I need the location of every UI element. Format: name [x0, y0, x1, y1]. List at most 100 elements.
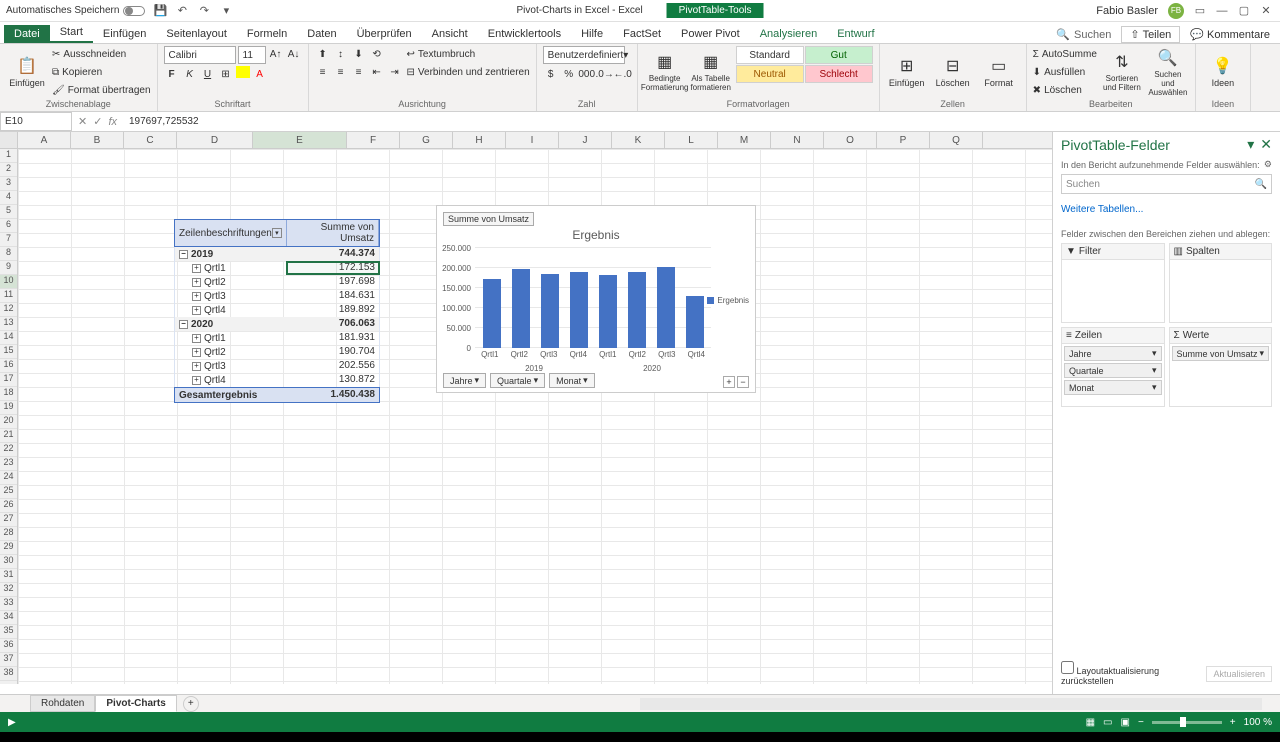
align-right-icon[interactable]: ≡ — [351, 64, 367, 80]
qat-dropdown-icon[interactable]: ▾ — [219, 4, 233, 18]
pivot-row[interactable]: +Qrtl4189.892 — [174, 303, 380, 317]
row-header[interactable]: 20 — [0, 415, 17, 429]
percent-icon[interactable]: % — [561, 66, 577, 82]
tab-insert[interactable]: Einfügen — [93, 25, 156, 43]
chart-bar[interactable] — [686, 296, 704, 348]
align-bottom-icon[interactable]: ⬇ — [351, 46, 367, 62]
expand-icon[interactable]: + — [192, 334, 201, 343]
col-header[interactable]: M — [718, 132, 771, 148]
expand-icon[interactable]: + — [192, 362, 201, 371]
chart-value-filter[interactable]: Summe von Umsatz — [443, 212, 534, 226]
bold-button[interactable]: F — [164, 66, 180, 82]
formula-input[interactable]: 197697,725532 — [123, 112, 1280, 131]
align-top-icon[interactable]: ⬆ — [315, 46, 331, 62]
comments-button[interactable]: 💬Kommentare — [1190, 28, 1270, 41]
tab-formulas[interactable]: Formeln — [237, 25, 297, 43]
maximize-icon[interactable]: ▢ — [1238, 5, 1250, 17]
collapse-icon[interactable]: − — [179, 250, 188, 259]
tab-help[interactable]: Hilfe — [571, 25, 613, 43]
autosum-button[interactable]: ΣAutoSumme — [1033, 46, 1097, 62]
find-select-button[interactable]: 🔍Suchen und Auswählen — [1147, 46, 1189, 98]
style-schlecht[interactable]: Schlecht — [805, 65, 873, 83]
col-header[interactable]: Q — [930, 132, 983, 148]
pivot-row[interactable]: +Qrtl2197.698 — [174, 275, 380, 289]
chart-filter-years[interactable]: Jahre▾ — [443, 373, 486, 388]
row-header[interactable]: 18 — [0, 387, 17, 401]
font-name-select[interactable]: Calibri — [164, 46, 236, 64]
field-pane-close-icon[interactable]: ✕ — [1260, 136, 1272, 153]
pivot-row[interactable]: +Qrtl1181.931 — [174, 331, 380, 345]
format-cells-button[interactable]: ▭Format — [978, 46, 1020, 98]
col-header[interactable]: C — [124, 132, 177, 148]
row-header[interactable]: 23 — [0, 457, 17, 471]
worksheet-grid[interactable]: A B C D E F G H I J K L M N O P Q 123456… — [0, 132, 1052, 694]
tab-factset[interactable]: FactSet — [613, 25, 671, 43]
chart-bar[interactable] — [483, 279, 501, 348]
number-format-select[interactable]: Benutzerdefiniert▾ — [543, 46, 625, 64]
comma-icon[interactable]: 000 — [579, 66, 595, 82]
col-header[interactable]: G — [400, 132, 453, 148]
add-sheet-button[interactable]: + — [183, 696, 199, 712]
close-icon[interactable]: ✕ — [1260, 5, 1272, 17]
zoom-level[interactable]: 100 % — [1244, 717, 1272, 728]
select-all-corner[interactable] — [0, 132, 18, 148]
row-header[interactable]: 24 — [0, 471, 17, 485]
col-header[interactable]: B — [71, 132, 124, 148]
row-header[interactable]: 6 — [0, 219, 17, 233]
chart-bar[interactable] — [541, 274, 559, 348]
name-box[interactable]: E10 — [0, 112, 72, 131]
tab-developer[interactable]: Entwicklertools — [478, 25, 571, 43]
row-header[interactable]: 1 — [0, 149, 17, 163]
chart-expand-icon[interactable]: + — [723, 376, 735, 388]
avatar[interactable]: FB — [1168, 3, 1184, 19]
row-header[interactable]: 2 — [0, 163, 17, 177]
row-header[interactable]: 16 — [0, 359, 17, 373]
expand-icon[interactable]: + — [192, 292, 201, 301]
tab-start[interactable]: Start — [50, 23, 93, 43]
sheet-tab-rohdaten[interactable]: Rohdaten — [30, 695, 95, 712]
col-header[interactable]: L — [665, 132, 718, 148]
copy-button[interactable]: ⧉Kopieren — [52, 64, 151, 80]
row-header[interactable]: 32 — [0, 583, 17, 597]
pivot-row[interactable]: +Qrtl2190.704 — [174, 345, 380, 359]
pivot-row[interactable]: −2020706.063 — [174, 317, 380, 331]
row-header[interactable]: 38 — [0, 667, 17, 681]
sort-filter-button[interactable]: ⇅Sortieren und Filtern — [1101, 46, 1143, 98]
col-header[interactable]: D — [177, 132, 253, 148]
pivot-row[interactable]: +Qrtl3202.556 — [174, 359, 380, 373]
more-tables-link[interactable]: Weitere Tabellen... — [1061, 204, 1272, 215]
col-header[interactable]: E — [253, 132, 347, 148]
pivot-row[interactable]: +Qrtl4130.872 — [174, 373, 380, 387]
pivot-chart[interactable]: Summe von Umsatz Ergebnis 050.000100.000… — [436, 205, 756, 393]
row-field-item[interactable]: Jahre▾ — [1064, 346, 1162, 361]
row-header[interactable]: 13 — [0, 317, 17, 331]
row-header[interactable]: 21 — [0, 429, 17, 443]
row-header[interactable]: 37 — [0, 653, 17, 667]
row-header[interactable]: 8 — [0, 247, 17, 261]
field-pane-options-icon[interactable]: ▾ — [1247, 136, 1254, 153]
columns-area[interactable]: ▥Spalten — [1169, 243, 1273, 323]
enter-formula-icon[interactable]: ✓ — [93, 115, 102, 128]
chart-bar[interactable] — [599, 275, 617, 348]
chart-bar[interactable] — [570, 272, 588, 348]
row-header[interactable]: 36 — [0, 639, 17, 653]
col-header[interactable]: J — [559, 132, 612, 148]
fill-color-button[interactable] — [236, 66, 250, 78]
row-header[interactable]: 3 — [0, 177, 17, 191]
decrease-font-icon[interactable]: A↓ — [286, 46, 302, 62]
pivot-table[interactable]: Zeilenbeschriftungen▾ Summe von Umsatz −… — [174, 219, 380, 403]
col-header[interactable]: F — [347, 132, 400, 148]
row-header[interactable]: 19 — [0, 401, 17, 415]
cut-button[interactable]: ✂Ausschneiden — [52, 46, 151, 62]
style-gut[interactable]: Gut — [805, 46, 873, 64]
cancel-formula-icon[interactable]: ✕ — [78, 115, 87, 128]
view-normal-icon[interactable]: ▦ — [1086, 717, 1095, 728]
row-header[interactable]: 9 — [0, 261, 17, 275]
align-left-icon[interactable]: ≡ — [315, 64, 331, 80]
dec-decimal-icon[interactable]: ←.0 — [615, 66, 631, 82]
tab-data[interactable]: Daten — [297, 25, 346, 43]
row-header[interactable]: 35 — [0, 625, 17, 639]
chart-collapse-icon[interactable]: − — [737, 376, 749, 388]
values-area[interactable]: ΣWerte Summe von Umsatz▾ — [1169, 327, 1273, 407]
save-icon[interactable]: 💾 — [153, 4, 167, 18]
